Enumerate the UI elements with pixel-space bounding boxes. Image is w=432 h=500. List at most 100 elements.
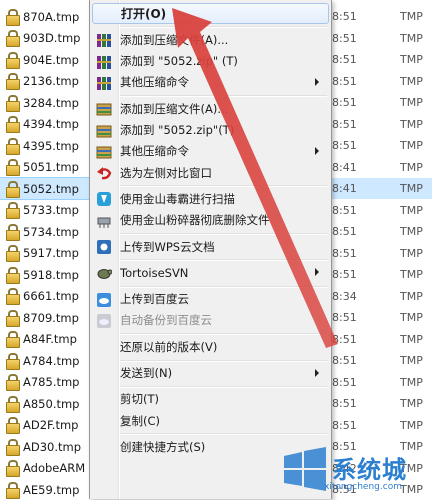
file-type: TMP <box>400 182 423 195</box>
locked-file-icon <box>5 8 20 26</box>
file-details-row[interactable]: 8:51 TMP <box>328 6 432 27</box>
menu-item-26[interactable]: 复制(C) <box>92 410 329 431</box>
file-row[interactable]: 5052.tmp <box>0 177 91 200</box>
file-details-row[interactable]: 8:51 TMP <box>328 264 432 285</box>
file-details-row[interactable]: 8:51 TMP <box>328 329 432 350</box>
file-row[interactable]: A785.tmp <box>0 372 90 393</box>
menu-item-23[interactable]: 发送到(N) <box>92 363 329 384</box>
file-name: A850.tmp <box>23 396 80 411</box>
file-name: AdobeARM <box>23 461 86 475</box>
locked-file-icon <box>5 30 20 47</box>
file-time: 8:51 <box>332 418 357 432</box>
file-details-row[interactable]: 8:51 TMP <box>328 393 432 414</box>
file-row[interactable]: 5051.tmp <box>0 157 90 178</box>
file-time: 8:34 <box>332 289 357 303</box>
file-time: 8:51 <box>332 268 357 281</box>
file-row[interactable]: 5733.tmp <box>0 200 90 221</box>
menu-item-16[interactable]: TortoiseSVN <box>92 262 329 283</box>
menu-item-11[interactable]: 使用金山毒霸进行扫描 <box>92 188 329 209</box>
file-row[interactable]: AD30.tmp <box>0 436 90 457</box>
menu-separator <box>120 385 327 388</box>
file-time: 8:51 <box>332 96 357 109</box>
menu-item-label: 上传到百度云 <box>120 292 189 307</box>
file-row[interactable]: 904E.tmp <box>0 49 90 70</box>
menu-item-14[interactable]: 上传到WPS云文档 <box>92 236 329 257</box>
menu-item-0[interactable]: 打开(O) <box>92 3 329 24</box>
file-details-row[interactable]: 8:51 TMP <box>328 307 432 328</box>
menu-item-12[interactable]: 使用金山粉碎器彻底删除文件 <box>92 210 329 231</box>
locked-file-icon <box>5 202 20 219</box>
file-name: 870A.tmp <box>23 9 80 24</box>
file-row[interactable]: A84F.tmp <box>0 329 90 350</box>
file-time: 8:41 <box>332 182 357 195</box>
locked-file-icon <box>5 116 20 133</box>
file-details-row[interactable]: 8:51 TMP <box>328 114 432 135</box>
file-details-row[interactable]: 8:51 TMP <box>328 135 432 156</box>
file-details-row[interactable]: 8:51 TMP <box>328 221 432 242</box>
file-details-row[interactable]: 8:51 TMP <box>328 200 432 221</box>
menu-item-18[interactable]: 上传到百度云 <box>92 289 329 310</box>
file-details-row[interactable]: 8:51 TMP <box>328 92 432 113</box>
file-type: TMP <box>400 160 423 174</box>
locked-file-icon <box>5 395 20 413</box>
file-name: 904E.tmp <box>23 52 79 67</box>
menu-item-9[interactable]: 选为左侧对比窗口 <box>92 162 329 183</box>
file-row[interactable]: 870A.tmp <box>0 6 90 27</box>
file-row[interactable]: 4394.tmp <box>0 114 90 135</box>
file-row[interactable]: 2136.tmp <box>0 71 90 92</box>
menu-item-25[interactable]: 剪切(T) <box>92 389 329 410</box>
file-details-row[interactable]: 8:41 TMP <box>328 178 432 199</box>
file-details-row[interactable]: 8:51 TMP <box>328 49 432 70</box>
file-type: TMP <box>400 418 423 432</box>
file-details-row[interactable]: 8:51 TMP <box>328 415 432 436</box>
menu-item-3[interactable]: 添加到 "5052.zip" (T) <box>92 51 329 72</box>
menu-item-label: 添加到 "5052.zip"(T) <box>120 123 235 137</box>
file-details-row[interactable]: 8:51 TMP <box>328 28 432 49</box>
wps-cloud-icon <box>96 239 112 255</box>
file-time: 8:51 <box>332 246 357 260</box>
menu-item-label: 其他压缩命令 <box>120 75 189 90</box>
file-row[interactable]: 6661.tmp <box>0 286 90 307</box>
submenu-arrow-icon <box>315 146 319 155</box>
file-type: TMP <box>400 397 423 410</box>
file-row[interactable]: AD2F.tmp <box>0 415 90 436</box>
file-type: TMP <box>400 53 423 66</box>
file-row[interactable]: AE59.tmp <box>0 479 90 500</box>
menu-item-7[interactable]: 添加到 "5052.zip"(T) <box>92 120 329 141</box>
file-details-row[interactable]: 8:41 TMP <box>328 157 432 178</box>
file-row[interactable]: 903D.tmp <box>0 28 90 49</box>
menu-item-6[interactable]: 添加到压缩文件(A)... <box>92 98 329 119</box>
file-row[interactable]: A784.tmp <box>0 350 90 371</box>
file-row[interactable]: 5734.tmp <box>0 221 90 242</box>
locked-file-icon <box>5 245 20 262</box>
locked-file-icon <box>5 417 20 434</box>
file-time: 8:51 <box>332 74 357 88</box>
locked-file-icon <box>5 460 20 477</box>
menu-item-21[interactable]: 还原以前的版本(V) <box>92 336 329 357</box>
menu-item-2[interactable]: 添加到压缩文件(A)... <box>92 29 329 50</box>
submenu-arrow-icon <box>315 77 319 86</box>
menu-item-label: 上传到WPS云文档 <box>120 239 215 254</box>
file-name: 4394.tmp <box>23 117 79 131</box>
file-name: 2136.tmp <box>23 74 79 88</box>
file-row[interactable]: 4395.tmp <box>0 135 90 156</box>
file-row[interactable]: 3284.tmp <box>0 92 90 113</box>
file-details-row[interactable]: 8:51 TMP <box>328 350 432 371</box>
file-row[interactable]: 5917.tmp <box>0 243 90 264</box>
menu-item-4[interactable]: 其他压缩命令 <box>92 72 329 93</box>
file-details-row[interactable]: 8:34 TMP <box>328 286 432 307</box>
menu-item-label: 自动备份到百度云 <box>120 313 212 328</box>
locked-file-icon <box>5 481 20 499</box>
file-details-row[interactable]: 8:51 TMP <box>328 71 432 92</box>
menu-item-label: 添加到 "5052.zip" (T) <box>120 54 238 69</box>
file-row[interactable]: 5918.tmp <box>0 264 90 285</box>
file-row[interactable]: A850.tmp <box>0 393 90 414</box>
file-type: TMP <box>400 268 423 281</box>
menu-item-8[interactable]: 其他压缩命令 <box>92 141 329 162</box>
file-row[interactable]: 8709.tmp <box>0 307 90 328</box>
file-details-row[interactable]: 8:51 TMP <box>328 243 432 264</box>
file-details-row[interactable]: 8:51 TMP <box>328 372 432 393</box>
file-type: TMP <box>400 246 423 260</box>
file-name: 5052.tmp <box>23 181 79 196</box>
file-row[interactable]: AdobeARM <box>0 458 90 479</box>
